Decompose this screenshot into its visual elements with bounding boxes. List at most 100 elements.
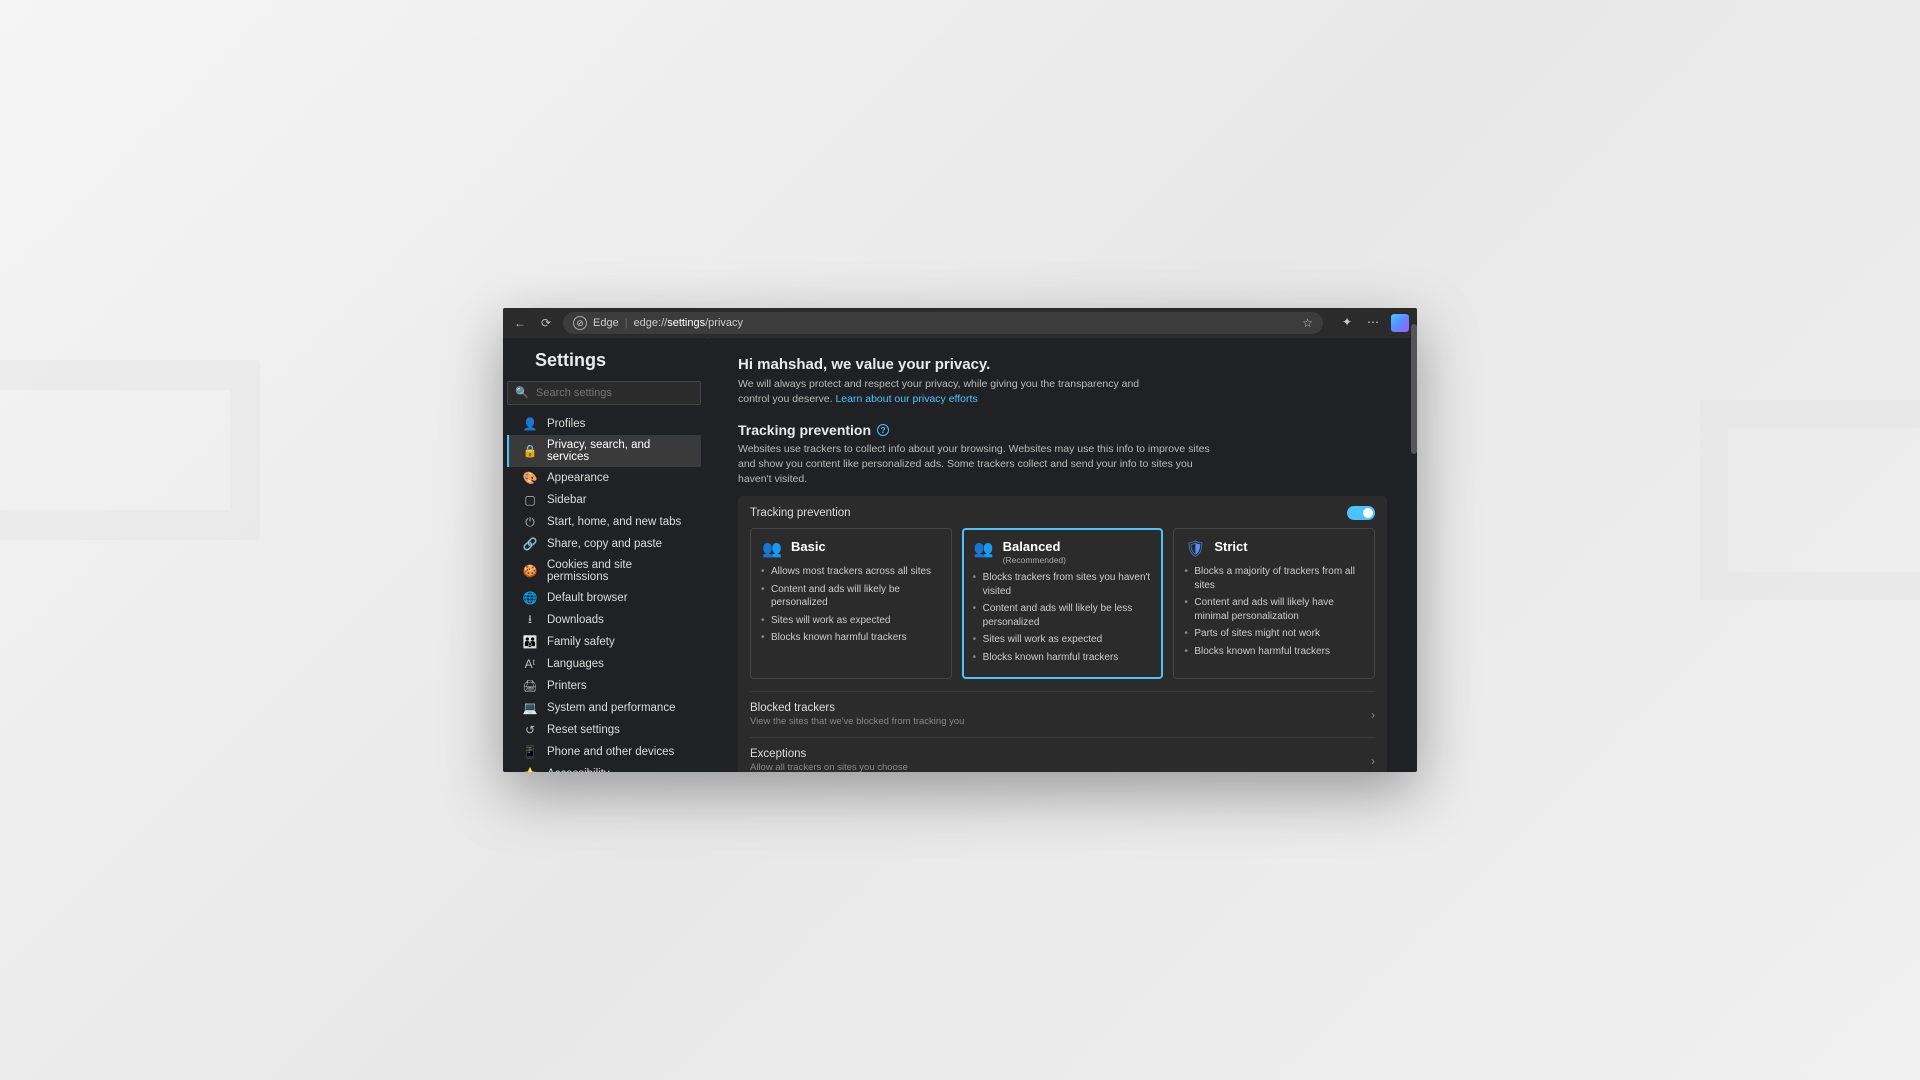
sidebar-item-sidebar[interactable]: ▢ Sidebar: [507, 489, 701, 511]
nav-label: Profiles: [547, 418, 585, 430]
sidebar-item-languages[interactable]: Aᵗ Languages: [507, 653, 701, 675]
level-bullet: Blocks a majority of trackers from all s…: [1184, 565, 1364, 592]
nav-icon: 🔗: [523, 537, 537, 551]
page-title: Hi mahshad, we value your privacy.: [738, 356, 1387, 373]
nav-label: Cookies and site permissions: [547, 559, 693, 583]
level-bullet: Sites will work as expected: [761, 614, 941, 628]
browser-toolbar: ← ⟳ ⊘ Edge | edge://settings/privacy ☆ ✦…: [503, 308, 1417, 338]
nav-icon: 💻: [523, 701, 537, 715]
sidebar-item-phone-and-other-devices[interactable]: 📱 Phone and other devices: [507, 741, 701, 763]
blocked-trackers-title: Blocked trackers: [750, 702, 964, 714]
sidebar-item-appearance[interactable]: 🎨 Appearance: [507, 467, 701, 489]
nav-label: Downloads: [547, 614, 604, 626]
nav-icon: 👪: [523, 635, 537, 649]
level-icon: 👥: [761, 539, 783, 559]
nav-label: Sidebar: [547, 494, 587, 506]
tracking-level-balanced[interactable]: 👥Balanced(Recommended)Blocks trackers fr…: [962, 528, 1164, 679]
tracking-level-strict[interactable]: 🛡 Strict Blocks a majority of trackers fro…: [1173, 528, 1375, 679]
info-icon[interactable]: ?: [877, 424, 889, 436]
privacy-efforts-link[interactable]: Learn about our privacy efforts: [835, 393, 977, 405]
nav-label: Default browser: [547, 592, 628, 604]
tracking-toggle[interactable]: [1347, 506, 1375, 520]
url-scheme: edge://: [634, 317, 668, 329]
nav-icon: ↺: [523, 723, 537, 737]
level-bullet: Blocks trackers from sites you haven't v…: [973, 571, 1153, 598]
scrollbar[interactable]: [1411, 324, 1417, 764]
level-bullet: Content and ads will likely be less pers…: [973, 602, 1153, 629]
sidebar-item-accessibility[interactable]: ⭐ Accessibility: [507, 763, 701, 772]
tracking-section-title: Tracking prevention: [738, 422, 871, 438]
nav-label: System and performance: [547, 702, 675, 714]
level-bullet: Sites will work as expected: [973, 633, 1153, 647]
blocked-trackers-row[interactable]: Blocked trackers View the sites that we'…: [750, 694, 1375, 735]
level-bullet: Blocks known harmful trackers: [761, 631, 941, 645]
level-bullet: Allows most trackers across all sites: [761, 565, 941, 579]
exceptions-title: Exceptions: [750, 748, 908, 760]
browser-window: ← ⟳ ⊘ Edge | edge://settings/privacy ☆ ✦…: [503, 308, 1417, 772]
more-menu-icon[interactable]: ⋯: [1365, 314, 1381, 330]
tracking-section-desc: Websites use trackers to collect info ab…: [738, 442, 1218, 486]
level-bullet: Parts of sites might not work: [1184, 627, 1364, 641]
nav-label: Privacy, search, and services: [547, 439, 693, 463]
exceptions-sub: Allow all trackers on sites you choose: [750, 762, 908, 772]
level-bullet: Blocks known harmful trackers: [973, 651, 1153, 665]
sidebar-item-default-browser[interactable]: 🌐 Default browser: [507, 587, 701, 609]
nav-label: Share, copy and paste: [547, 538, 662, 550]
nav-icon: Aᵗ: [523, 657, 537, 671]
nav-icon: 🔒: [523, 444, 537, 458]
nav-icon: 📱: [523, 745, 537, 759]
chevron-right-icon: ›: [1371, 708, 1375, 722]
nav-label: Family safety: [547, 636, 615, 648]
sidebar-item-family-safety[interactable]: 👪 Family safety: [507, 631, 701, 653]
sidebar-item-downloads[interactable]: ⭳ Downloads: [507, 609, 701, 631]
tracking-level-basic[interactable]: 👥BasicAllows most trackers across all si…: [750, 528, 952, 679]
level-bullet: Blocks known harmful trackers: [1184, 645, 1364, 659]
blocked-trackers-sub: View the sites that we've blocked from t…: [750, 716, 964, 727]
search-input[interactable]: [507, 381, 701, 405]
nav-icon: 🖨: [523, 679, 537, 693]
sidebar-item-system-and-performance[interactable]: 💻 System and performance: [507, 697, 701, 719]
url-host: settings: [667, 317, 705, 329]
sidebar-item-share-copy-and-paste[interactable]: 🔗 Share, copy and paste: [507, 533, 701, 555]
back-button[interactable]: ←: [511, 314, 529, 332]
exceptions-row[interactable]: Exceptions Allow all trackers on sites y…: [750, 740, 1375, 772]
url-path: /privacy: [705, 317, 743, 329]
level-name: Strict: [1214, 539, 1247, 554]
nav-icon: ⭳: [523, 613, 537, 627]
page-subtitle: We will always protect and respect your …: [738, 377, 1158, 406]
sidebar-item-start-home-and-new-tabs[interactable]: ⏻Start, home, and new tabs: [507, 511, 701, 533]
nav-label: Accessibility: [547, 768, 610, 772]
refresh-button[interactable]: ⟳: [537, 314, 555, 332]
level-bullet: Content and ads will likely have minimal…: [1184, 596, 1364, 623]
nav-label: Languages: [547, 658, 604, 670]
nav-icon: 🌐: [523, 591, 537, 605]
sidebar-item-reset-settings[interactable]: ↺ Reset settings: [507, 719, 701, 741]
nav-label: Reset settings: [547, 724, 620, 736]
sidebar-item-printers[interactable]: 🖨 Printers: [507, 675, 701, 697]
nav-icon: ⭐: [523, 767, 537, 772]
settings-sidebar: Settings 🔍 👤Profiles🔒Privacy, search, an…: [503, 338, 707, 772]
settings-main: Hi mahshad, we value your privacy. We wi…: [708, 338, 1417, 772]
sidebar-item-cookies-and-site-permissions[interactable]: 🍪 Cookies and site permissions: [507, 555, 701, 587]
level-recommended-badge: (Recommended): [1003, 555, 1066, 565]
site-identity-icon[interactable]: ⊘: [573, 316, 587, 330]
nav-label: Printers: [547, 680, 587, 692]
level-icon: 👥: [973, 539, 995, 559]
nav-icon: 🍪: [523, 564, 537, 578]
nav-icon: 👤: [523, 417, 537, 431]
nav-icon: 🎨: [523, 471, 537, 485]
tracking-card: Tracking prevention 👥BasicAllows most tr…: [738, 496, 1387, 772]
copilot-icon[interactable]: [1391, 314, 1409, 332]
collections-icon[interactable]: ✦: [1339, 314, 1355, 330]
nav-icon: ▢: [523, 493, 537, 507]
nav-label: Phone and other devices: [547, 746, 674, 758]
chevron-right-icon: ›: [1371, 754, 1375, 768]
tracking-toggle-label: Tracking prevention: [750, 507, 851, 519]
address-bar[interactable]: ⊘ Edge | edge://settings/privacy ☆: [563, 312, 1323, 334]
nav-label: Appearance: [547, 472, 609, 484]
sidebar-item-profiles[interactable]: 👤 Profiles: [507, 413, 701, 435]
nav-label: Start, home, and new tabs: [547, 516, 681, 528]
favorite-icon[interactable]: ☆: [1302, 316, 1313, 330]
sidebar-item-privacy-search-and-services[interactable]: 🔒 Privacy, search, and services: [507, 435, 701, 467]
level-icon: 🛡: [1184, 539, 1206, 559]
